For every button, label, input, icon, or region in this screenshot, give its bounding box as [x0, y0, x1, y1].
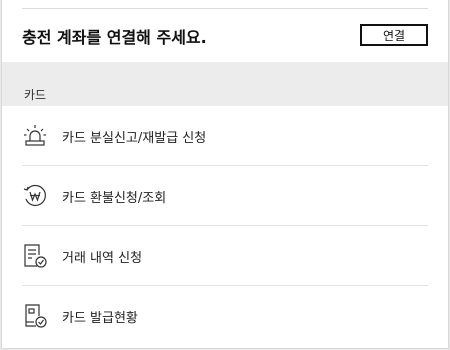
card-menu-panel: 충전 계좌를 연결해 주세요. 연결 카드 카드 분실신고/재발급 신청 카드 … — [1, 0, 449, 349]
section-label: 카드 — [24, 88, 47, 102]
menu-item-transaction-history[interactable]: 거래 내역 신청 — [2, 226, 448, 286]
card-check-icon — [22, 303, 48, 329]
menu-item-label: 거래 내역 신청 — [62, 251, 143, 266]
won-refund-icon — [22, 183, 48, 209]
menu-list: 카드 분실신고/재발급 신청 카드 환불신청/조회 거래 내역 신청 카드 발급… — [2, 106, 448, 346]
connect-button[interactable]: 연결 — [360, 24, 428, 46]
menu-item-card-loss-report[interactable]: 카드 분실신고/재발급 신청 — [2, 106, 448, 166]
document-check-icon — [22, 243, 48, 269]
menu-item-label: 카드 발급현황 — [62, 311, 138, 326]
section-header: 카드 — [2, 62, 448, 106]
menu-item-card-refund[interactable]: 카드 환불신청/조회 — [2, 166, 448, 226]
menu-item-label: 카드 환불신청/조회 — [62, 191, 167, 206]
menu-item-label: 카드 분실신고/재발급 신청 — [62, 131, 207, 146]
account-link-banner: 충전 계좌를 연결해 주세요. 연결 — [2, 9, 448, 62]
banner-title: 충전 계좌를 연결해 주세요. — [22, 28, 207, 47]
siren-icon — [22, 123, 48, 149]
menu-item-card-issuance-status[interactable]: 카드 발급현황 — [2, 286, 448, 346]
